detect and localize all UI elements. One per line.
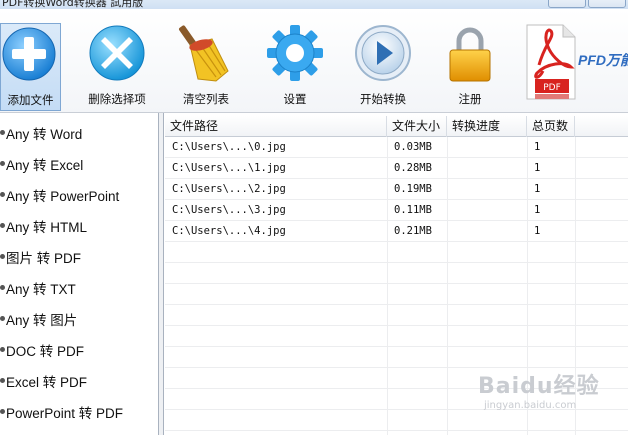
cell-path: C:\Users\...\3.jpg — [172, 204, 286, 216]
cell-path: C:\Users\...\0.jpg — [172, 141, 286, 153]
bullet-icon — [0, 130, 5, 135]
sidebar-item-label: 图片 转 PDF — [6, 250, 82, 266]
bullet-icon — [0, 347, 5, 352]
empty-row — [165, 326, 628, 347]
settings-label: 设置 — [283, 92, 307, 106]
cell-progress — [447, 158, 454, 179]
sidebar-item-label: PowerPoint 转 PDF — [6, 405, 124, 421]
table-row[interactable]: C:\Users\...\3.jpg 0.11MB 1 — [165, 200, 628, 221]
bullet-icon — [0, 254, 5, 259]
table-row[interactable]: C:\Users\...\2.jpg 0.19MB 1 — [165, 179, 628, 200]
delete-selected-label: 删除选择项 — [88, 92, 146, 106]
empty-row — [165, 305, 628, 326]
cell-size: 0.11MB — [394, 204, 432, 216]
play-icon — [353, 23, 413, 85]
cell-pages: 1 — [534, 162, 541, 174]
maximize-button[interactable] — [588, 0, 626, 8]
bullet-icon — [0, 161, 5, 166]
bullet-icon — [0, 378, 5, 383]
bullet-icon — [0, 192, 5, 197]
empty-row — [165, 347, 628, 368]
sidebar-item-any-to-txt[interactable]: Any 转 TXT — [0, 272, 158, 303]
cell-path: C:\Users\...\1.jpg — [172, 162, 286, 174]
splitter[interactable] — [159, 113, 164, 435]
add-file-button[interactable]: 添加文件 — [0, 23, 61, 111]
cell-pages: 1 — [534, 225, 541, 237]
sidebar-item-label: Any 转 Word — [6, 126, 83, 142]
cell-size: 0.28MB — [394, 162, 432, 174]
bullet-icon — [0, 409, 5, 414]
empty-row — [165, 242, 628, 263]
cell-progress — [447, 221, 454, 242]
clear-list-label: 清空列表 — [183, 92, 229, 106]
pdf-logo: PDF — [525, 23, 577, 101]
sidebar-item-image-to-pdf[interactable]: 图片 转 PDF — [0, 241, 158, 272]
cell-progress — [447, 137, 454, 158]
title-bar: PDF转换Word转换器 試用版 — [0, 0, 628, 9]
watermark-main: Baidu经验 — [478, 374, 600, 399]
window-title: PDF转换Word转换器 試用版 — [2, 0, 144, 9]
start-convert-label: 开始转换 — [360, 92, 406, 106]
cell-progress — [447, 200, 454, 221]
empty-row — [165, 263, 628, 284]
table-row[interactable]: C:\Users\...\4.jpg 0.21MB 1 — [165, 221, 628, 242]
settings-button[interactable]: 设置 — [265, 23, 325, 111]
cell-size: 0.03MB — [394, 141, 432, 153]
sidebar-item-label: DOC 转 PDF — [6, 343, 85, 359]
brand-text: PFD万能 — [578, 52, 628, 68]
sidebar-item-any-to-html[interactable]: Any 转 HTML — [0, 210, 158, 241]
minimize-button[interactable] — [548, 0, 586, 8]
start-convert-button[interactable]: 开始转换 — [353, 23, 413, 111]
lock-icon — [440, 23, 500, 85]
sidebar-item-powerpoint-to-pdf[interactable]: PowerPoint 转 PDF — [0, 396, 158, 427]
pdf-badge-text: PDF — [543, 83, 561, 93]
empty-row — [165, 284, 628, 305]
sidebar-item-label: Any 转 图片 — [6, 312, 78, 328]
sidebar-item-label: Excel 转 PDF — [6, 374, 88, 390]
cell-pages: 1 — [534, 141, 541, 153]
cell-pages: 1 — [534, 183, 541, 195]
sidebar-item-doc-to-pdf[interactable]: DOC 转 PDF — [0, 334, 158, 365]
cell-path: C:\Users\...\2.jpg — [172, 183, 286, 195]
sidebar-item-any-to-word[interactable]: Any 转 Word — [0, 117, 158, 148]
bullet-icon — [0, 316, 5, 321]
cell-size: 0.21MB — [394, 225, 432, 237]
column-header-size[interactable]: 文件大小 — [387, 116, 447, 137]
cell-pages: 1 — [534, 204, 541, 216]
toolbar: 添加文件 删除选择项 清空列表 设置 开始转换 注册 PDF PFD万 — [0, 9, 628, 113]
table-row[interactable]: C:\Users\...\0.jpg 0.03MB 1 — [165, 137, 628, 158]
bullet-icon — [0, 223, 5, 228]
delete-selected-button[interactable]: 删除选择项 — [82, 23, 152, 111]
broom-icon — [176, 23, 236, 85]
table-header: 文件路径 文件大小 转换进度 总页数 — [165, 116, 628, 137]
cell-size: 0.19MB — [394, 183, 432, 195]
cell-progress — [447, 179, 454, 200]
sidebar-item-label: Any 转 TXT — [6, 281, 76, 297]
sidebar-item-label: Any 转 HTML — [6, 219, 88, 235]
sidebar-item-label: Any 转 PowerPoint — [6, 188, 120, 204]
watermark-sub: jingyan.baidu.com — [484, 400, 577, 411]
sidebar-item-label: Any 转 Excel — [6, 157, 84, 173]
sidebar-item-any-to-powerpoint[interactable]: Any 转 PowerPoint — [0, 179, 158, 210]
table-row[interactable]: C:\Users\...\1.jpg 0.28MB 1 — [165, 158, 628, 179]
add-icon — [1, 24, 61, 86]
sidebar-item-any-to-excel[interactable]: Any 转 Excel — [0, 148, 158, 179]
conversion-type-sidebar: Any 转 Word Any 转 Excel Any 转 PowerPoint … — [0, 113, 159, 435]
column-header-path[interactable]: 文件路径 — [165, 116, 387, 137]
gear-icon — [265, 23, 325, 85]
register-button[interactable]: 注册 — [440, 23, 500, 111]
sidebar-item-excel-to-pdf[interactable]: Excel 转 PDF — [0, 365, 158, 396]
delete-icon — [87, 23, 147, 85]
bullet-icon — [0, 285, 5, 290]
clear-list-button[interactable]: 清空列表 — [176, 23, 236, 111]
watermark: Baidu经验 jingyan.baidu.com — [478, 368, 628, 420]
column-header-pages[interactable]: 总页数 — [527, 116, 575, 137]
cell-path: C:\Users\...\4.jpg — [172, 225, 286, 237]
column-header-progress[interactable]: 转换进度 — [447, 116, 527, 137]
register-label: 注册 — [458, 92, 482, 106]
add-file-label: 添加文件 — [7, 93, 54, 107]
sidebar-item-any-to-image[interactable]: Any 转 图片 — [0, 303, 158, 334]
